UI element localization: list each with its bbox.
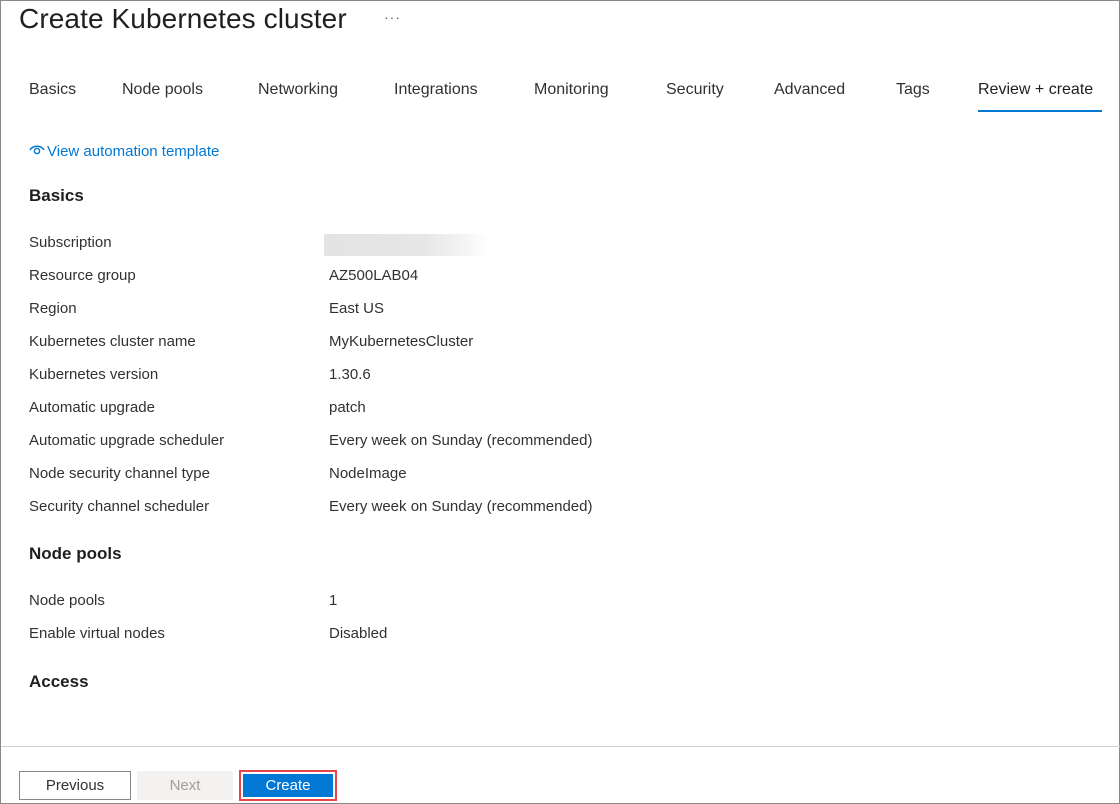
section-title-access: Access: [29, 672, 89, 691]
wizard-tabs: Basics Node pools Networking Integration…: [1, 79, 1120, 113]
row-label-security-channel-scheduler: Security channel scheduler: [29, 498, 210, 515]
next-button[interactable]: Next: [137, 771, 233, 800]
create-cluster-blade: Create Kubernetes cluster ··· Basics Nod…: [0, 0, 1120, 804]
row-label-region: Region: [29, 300, 77, 317]
tab-monitoring[interactable]: Monitoring: [534, 79, 609, 113]
row-value-upgrade-scheduler: Every week on Sunday (recommended): [329, 432, 593, 449]
automation-link-label: View automation template: [47, 143, 220, 160]
more-options-button[interactable]: ···: [384, 9, 401, 25]
row-label-virtual-nodes: Enable virtual nodes: [29, 625, 165, 642]
tab-advanced[interactable]: Advanced: [774, 79, 845, 113]
tab-basics[interactable]: Basics: [29, 79, 76, 113]
row-value-security-channel-scheduler: Every week on Sunday (recommended): [329, 498, 593, 515]
page-title: Create Kubernetes cluster: [19, 3, 347, 34]
row-label-kubernetes-version: Kubernetes version: [29, 366, 159, 383]
tab-security[interactable]: Security: [666, 79, 724, 113]
row-value-node-security-channel: NodeImage: [329, 465, 407, 482]
row-label-cluster-name: Kubernetes cluster name: [29, 333, 196, 350]
tab-tags[interactable]: Tags: [896, 79, 930, 113]
previous-button[interactable]: Previous: [19, 771, 131, 800]
row-value-node-pools: 1: [329, 592, 338, 609]
section-title-basics: Basics: [29, 186, 84, 205]
row-label-resource-group: Resource group: [29, 267, 136, 284]
row-value-kubernetes-version: 1.30.6: [329, 366, 371, 383]
row-label-subscription: Subscription: [29, 234, 112, 251]
row-label-node-pools: Node pools: [29, 592, 105, 609]
row-value-region: East US: [329, 300, 385, 317]
row-label-upgrade-scheduler: Automatic upgrade scheduler: [29, 432, 225, 449]
tab-node-pools[interactable]: Node pools: [122, 79, 203, 113]
tab-networking[interactable]: Networking: [258, 79, 338, 113]
row-value-resource-group: AZ500LAB04: [329, 267, 419, 284]
row-value-cluster-name: MyKubernetesCluster: [329, 333, 474, 350]
create-button-highlight: Create: [239, 770, 337, 801]
create-button[interactable]: Create: [243, 774, 333, 797]
row-value-automatic-upgrade: patch: [329, 399, 366, 416]
row-value-virtual-nodes: Disabled: [329, 625, 388, 642]
tab-review-create[interactable]: Review + create: [978, 79, 1102, 113]
section-title-node-pools: Node pools: [29, 544, 122, 563]
eye-icon: [29, 143, 47, 160]
row-label-automatic-upgrade: Automatic upgrade: [29, 399, 155, 416]
view-automation-template-link[interactable]: View automation template: [29, 143, 219, 160]
tab-integrations[interactable]: Integrations: [394, 79, 478, 113]
footer-divider: [1, 746, 1120, 747]
row-label-node-security-channel: Node security channel type: [29, 465, 210, 482]
subscription-value-redacted: [324, 234, 489, 256]
